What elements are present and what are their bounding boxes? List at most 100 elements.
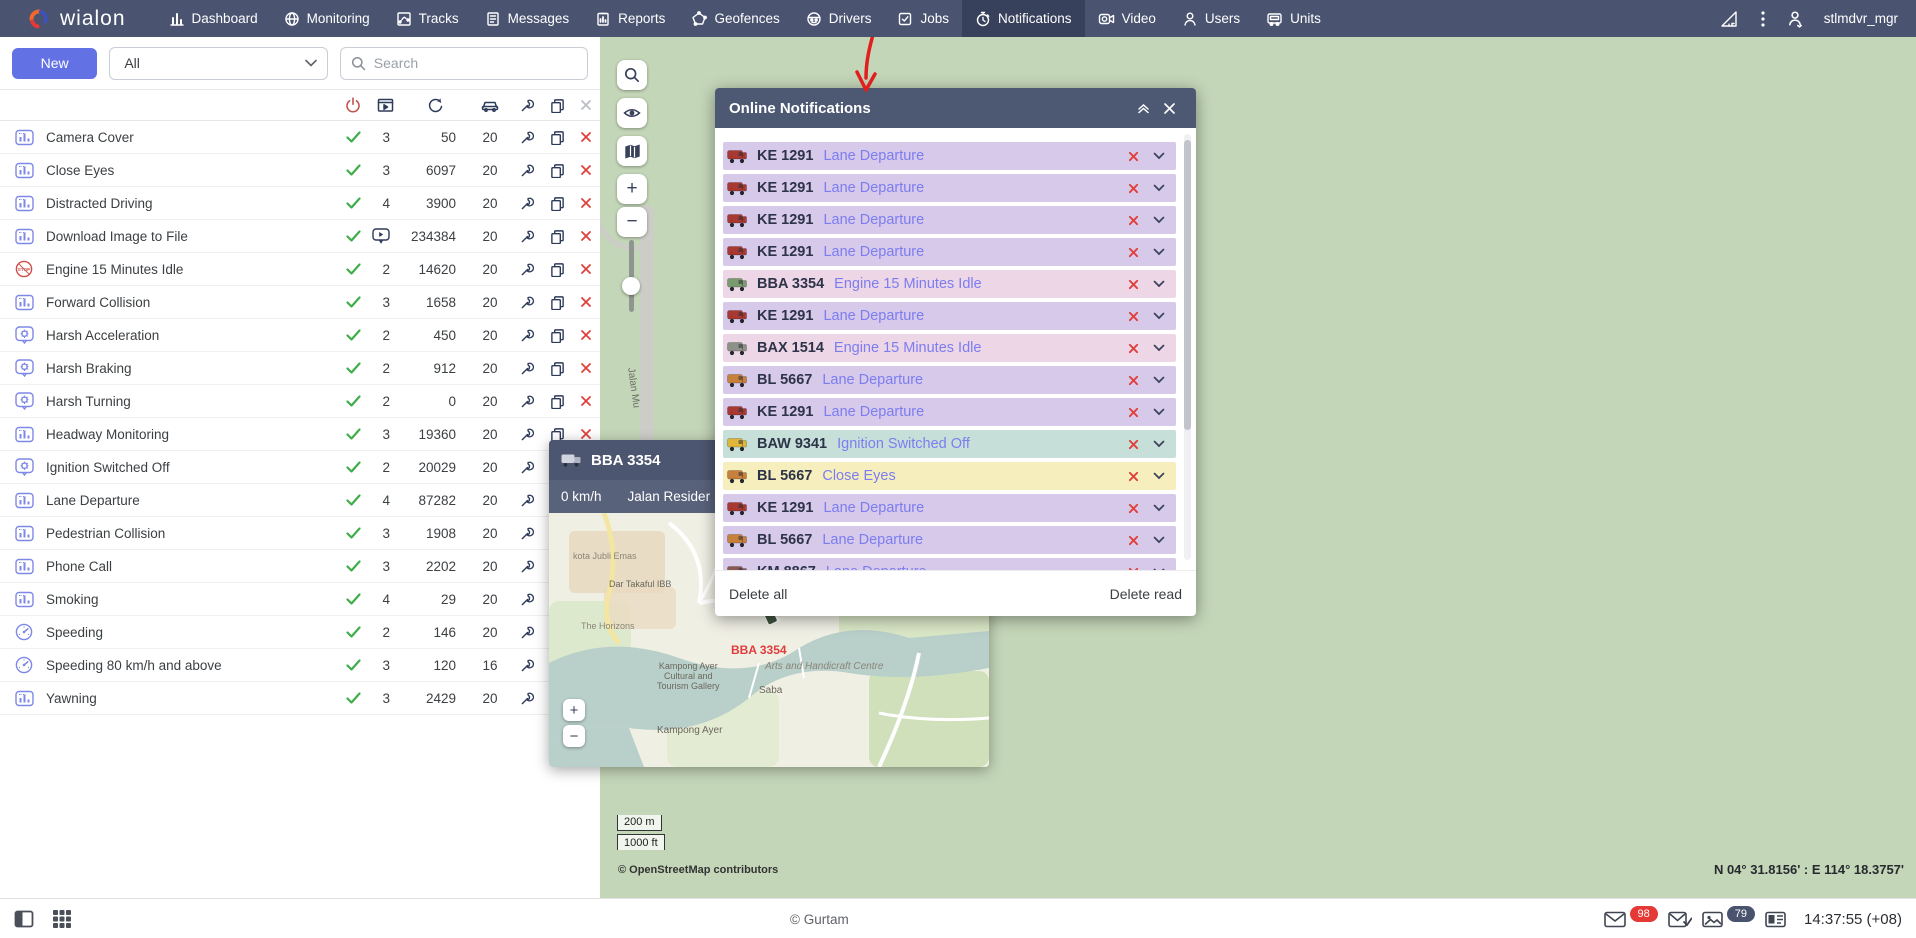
expand-chevron-icon[interactable] [1146, 408, 1172, 416]
more-menu-icon[interactable] [1760, 9, 1766, 29]
rule-settings-icon[interactable] [512, 196, 542, 211]
rule-copy-icon[interactable] [542, 163, 572, 178]
expand-chevron-icon[interactable] [1146, 376, 1172, 384]
rule-copy-icon[interactable] [542, 328, 572, 343]
online-notification-item[interactable]: KM 8867 Lane Departure [723, 558, 1176, 570]
rule-delete-icon[interactable] [572, 197, 600, 209]
zoom-slider-knob[interactable] [622, 277, 640, 295]
nav-item-users[interactable]: Users [1169, 0, 1253, 37]
dismiss-icon[interactable] [1120, 279, 1146, 290]
online-notification-item[interactable]: BAX 1514 Engine 15 Minutes Idle [723, 334, 1176, 362]
notification-rule-row[interactable]: STOP Speeding 2 146 20 [0, 616, 600, 649]
online-notification-item[interactable]: BL 5667 Lane Departure [723, 526, 1176, 554]
rule-settings-icon[interactable] [512, 394, 542, 409]
rule-delete-icon[interactable] [572, 362, 600, 374]
dismiss-icon[interactable] [1120, 375, 1146, 386]
rule-settings-icon[interactable] [512, 130, 542, 145]
execute-window-icon[interactable] [368, 98, 402, 113]
dismiss-icon[interactable] [1120, 503, 1146, 514]
rule-enabled-check[interactable] [338, 692, 368, 704]
nav-item-geofences[interactable]: Geofences [678, 0, 792, 37]
rule-settings-icon[interactable] [512, 625, 542, 640]
dismiss-icon[interactable] [1120, 535, 1146, 546]
rule-delete-icon[interactable] [572, 395, 600, 407]
nav-item-messages[interactable]: Messages [472, 0, 583, 37]
expand-chevron-icon[interactable] [1146, 184, 1172, 192]
rule-delete-icon[interactable] [572, 296, 600, 308]
map-zoom-in-button[interactable]: + [617, 174, 647, 204]
online-notification-item[interactable]: BL 5667 Lane Departure [723, 366, 1176, 394]
rule-enabled-check[interactable] [338, 131, 368, 143]
rule-enabled-check[interactable] [338, 461, 368, 473]
mini-map-zoom-out[interactable]: − [563, 725, 585, 747]
online-notification-item[interactable]: KE 1291 Lane Departure [723, 398, 1176, 426]
collapse-icon[interactable] [1130, 95, 1156, 121]
rule-delete-icon[interactable] [572, 230, 600, 242]
rule-settings-icon[interactable] [512, 658, 542, 673]
expand-chevron-icon[interactable] [1146, 152, 1172, 160]
notification-rule-row[interactable]: STOP Speeding 80 km/h and above 3 120 16 [0, 649, 600, 682]
nav-item-units[interactable]: Units [1253, 0, 1334, 37]
nav-item-notifications[interactable]: Notifications [962, 0, 1085, 37]
rule-delete-icon[interactable] [572, 164, 600, 176]
search-input[interactable] [374, 55, 577, 71]
rule-enabled-check[interactable] [338, 593, 368, 605]
notification-rule-row[interactable]: STOP Headway Monitoring 3 19360 20 [0, 418, 600, 451]
rule-copy-icon[interactable] [542, 394, 572, 409]
map-layers-button[interactable] [617, 136, 647, 166]
rule-enabled-check[interactable] [338, 164, 368, 176]
rule-delete-icon[interactable] [572, 428, 600, 440]
rule-enabled-check[interactable] [338, 560, 368, 572]
delete-column-icon[interactable] [572, 99, 600, 111]
notification-rule-row[interactable]: STOP Pedestrian Collision 3 1908 20 [0, 517, 600, 550]
rule-settings-icon[interactable] [512, 295, 542, 310]
notification-rule-row[interactable]: STOP Forward Collision 3 1658 20 [0, 286, 600, 319]
nav-item-jobs[interactable]: Jobs [884, 0, 962, 37]
dismiss-icon[interactable] [1120, 215, 1146, 226]
rule-enabled-check[interactable] [338, 362, 368, 374]
ruler-tool-icon[interactable] [1720, 10, 1740, 28]
online-notification-item[interactable]: KE 1291 Lane Departure [723, 302, 1176, 330]
expand-chevron-icon[interactable] [1146, 568, 1172, 570]
wialon-logo[interactable]: wialon [0, 0, 156, 37]
dismiss-icon[interactable] [1120, 407, 1146, 418]
rule-enabled-check[interactable] [338, 527, 368, 539]
nav-item-drivers[interactable]: Drivers [793, 0, 885, 37]
dismiss-icon[interactable] [1120, 151, 1146, 162]
notification-rule-row[interactable]: STOP Close Eyes 3 6097 20 [0, 154, 600, 187]
notification-rule-row[interactable]: STOP Harsh Acceleration 2 450 20 [0, 319, 600, 352]
rule-settings-icon[interactable] [512, 361, 542, 376]
rule-enabled-check[interactable] [338, 626, 368, 638]
media-gallery-icon[interactable] [1702, 911, 1723, 928]
power-toggle-icon[interactable] [338, 97, 368, 113]
expand-chevron-icon[interactable] [1146, 440, 1172, 448]
expand-chevron-icon[interactable] [1146, 280, 1172, 288]
notification-rule-row[interactable]: STOP Download Image to File 234384 20 [0, 220, 600, 253]
expand-chevron-icon[interactable] [1146, 344, 1172, 352]
rule-copy-icon[interactable] [542, 196, 572, 211]
rule-copy-icon[interactable] [542, 229, 572, 244]
map-zoom-out-button[interactable]: − [617, 207, 647, 237]
account-icon[interactable] [1786, 10, 1804, 28]
online-notification-item[interactable]: KE 1291 Lane Departure [723, 238, 1176, 266]
close-icon[interactable] [1156, 95, 1182, 121]
online-notification-item[interactable]: KE 1291 Lane Departure [723, 174, 1176, 202]
rule-copy-icon[interactable] [542, 295, 572, 310]
rule-settings-icon[interactable] [512, 328, 542, 343]
refresh-icon[interactable] [402, 97, 468, 113]
nav-item-dashboard[interactable]: Dashboard [156, 0, 271, 37]
rule-enabled-check[interactable] [338, 329, 368, 341]
notification-rule-row[interactable]: STOP Harsh Braking 2 912 20 [0, 352, 600, 385]
rule-enabled-check[interactable] [338, 428, 368, 440]
expand-chevron-icon[interactable] [1146, 216, 1172, 224]
notification-rule-row[interactable]: STOP Distracted Driving 4 3900 20 [0, 187, 600, 220]
dismiss-icon[interactable] [1120, 439, 1146, 450]
online-notifications-header[interactable]: Online Notifications [715, 88, 1196, 128]
expand-chevron-icon[interactable] [1146, 248, 1172, 256]
rule-settings-icon[interactable] [512, 559, 542, 574]
dismiss-icon[interactable] [1120, 471, 1146, 482]
notification-rule-row[interactable]: STOP Yawning 3 2429 20 [0, 682, 600, 715]
delete-all-button[interactable]: Delete all [729, 586, 787, 602]
nav-item-monitoring[interactable]: Monitoring [271, 0, 383, 37]
expand-chevron-icon[interactable] [1146, 312, 1172, 320]
